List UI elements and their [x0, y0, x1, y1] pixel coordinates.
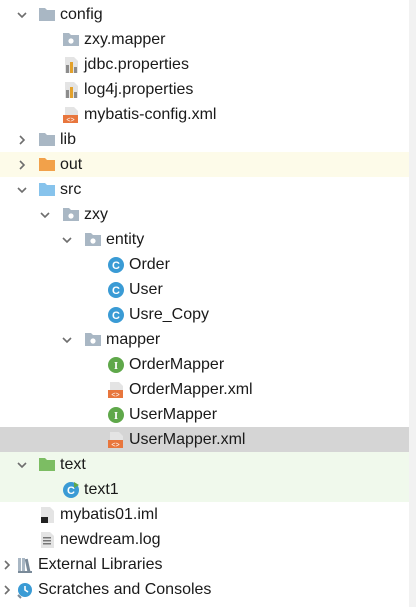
- chevron-down-icon[interactable]: [15, 452, 29, 477]
- tree-item-mapper[interactable]: mapper: [0, 327, 409, 352]
- folder-gray-icon: [38, 2, 56, 27]
- tree-item-src[interactable]: src: [0, 177, 409, 202]
- log-file-icon: [38, 527, 56, 552]
- tree-item-label: User: [129, 281, 163, 298]
- svg-text:<>: <>: [111, 392, 119, 399]
- tree-item-zxy-mapper[interactable]: zxy.mapper: [0, 27, 409, 52]
- package-folder-icon: [62, 202, 80, 227]
- chevron-right-icon[interactable]: [0, 577, 14, 602]
- svg-text:<>: <>: [66, 117, 74, 124]
- tree-item-usre-copy[interactable]: C Usre_Copy: [0, 302, 409, 327]
- svg-text:<>: <>: [111, 442, 119, 449]
- folder-gray-icon: [38, 127, 56, 152]
- interface-icon: I: [107, 402, 125, 427]
- chevron-right-icon[interactable]: [15, 127, 29, 152]
- tree-item-text[interactable]: text: [0, 452, 409, 477]
- svg-text:I: I: [114, 410, 118, 422]
- tree-item-lib[interactable]: lib: [0, 127, 409, 152]
- tree-item-order[interactable]: C Order: [0, 252, 409, 277]
- runnable-class-icon: C: [62, 477, 80, 502]
- project-tree: config zxy.mapper jdbc.properties log4j.pro…: [0, 0, 416, 607]
- tree-item-config[interactable]: config: [0, 2, 409, 27]
- tree-item-label: Usre_Copy: [129, 306, 210, 323]
- iml-file-icon: [38, 502, 56, 527]
- tree-item-label: jdbc.properties: [84, 56, 189, 73]
- tree-item-label: text1: [84, 481, 119, 498]
- tree-item-label: OrderMapper.xml: [129, 381, 253, 398]
- tree-item-user[interactable]: C User: [0, 277, 409, 302]
- tree-item-newdream-log[interactable]: newdream.log: [0, 527, 409, 552]
- tree-item-label: mybatis-config.xml: [84, 106, 217, 123]
- libraries-icon: [16, 552, 34, 577]
- tree-item-label: newdream.log: [60, 531, 161, 548]
- class-icon: C: [107, 252, 125, 277]
- tree-item-label: log4j.properties: [84, 81, 194, 98]
- scratches-icon: [16, 577, 36, 602]
- tree-item-ordermapper-xml[interactable]: <> OrderMapper.xml: [0, 377, 409, 402]
- tree-item-usermapper[interactable]: I UserMapper: [0, 402, 409, 427]
- folder-orange-icon: [38, 152, 56, 177]
- chevron-down-icon[interactable]: [60, 227, 74, 252]
- folder-green-icon: [38, 452, 56, 477]
- tree-item-label: lib: [60, 131, 77, 148]
- tree-item-label: src: [60, 181, 82, 198]
- package-folder-icon: [84, 327, 102, 352]
- chevron-right-icon[interactable]: [15, 152, 29, 177]
- class-icon: C: [107, 302, 125, 327]
- tree-item-text1[interactable]: Ctext1: [0, 477, 409, 502]
- tree-item-out[interactable]: out: [0, 152, 409, 177]
- tree-item-label: Scratches and Consoles: [38, 581, 212, 598]
- tree-item-scratches-and-consoles[interactable]: Scratches and Consoles: [0, 577, 409, 602]
- tree-item-label: UserMapper.xml: [129, 431, 246, 448]
- tree-item-external-libraries[interactable]: External Libraries: [0, 552, 409, 577]
- svg-text:I: I: [114, 360, 118, 372]
- tree-item-mybatis-config-xml[interactable]: <> mybatis-config.xml: [0, 102, 409, 127]
- svg-text:C: C: [112, 260, 120, 272]
- chevron-down-icon[interactable]: [38, 202, 52, 227]
- chevron-down-icon[interactable]: [60, 327, 74, 352]
- tree-item-ordermapper[interactable]: I OrderMapper: [0, 352, 409, 377]
- svg-text:C: C: [112, 310, 120, 322]
- tree-item-label: Order: [129, 256, 170, 273]
- tree-item-entity[interactable]: entity: [0, 227, 409, 252]
- tree-item-usermapper-xml[interactable]: <> UserMapper.xml: [0, 427, 409, 452]
- tree-item-label: text: [60, 456, 86, 473]
- svg-text:C: C: [67, 485, 75, 497]
- package-folder-icon: [62, 27, 80, 52]
- interface-icon: I: [107, 352, 125, 377]
- class-icon: C: [107, 277, 125, 302]
- tree-item-label: zxy.mapper: [84, 31, 166, 48]
- xml-file-icon: <>: [62, 102, 80, 127]
- tree-item-label: UserMapper: [129, 406, 218, 423]
- tree-item-label: entity: [106, 231, 145, 248]
- chevron-right-icon[interactable]: [0, 552, 14, 577]
- tree-item-label: External Libraries: [38, 556, 163, 573]
- folder-blue-icon: [38, 177, 56, 202]
- tree-item-label: out: [60, 156, 83, 173]
- xml-file-icon: <>: [107, 377, 125, 402]
- chevron-down-icon[interactable]: [15, 2, 29, 27]
- tree-item-label: OrderMapper: [129, 356, 225, 373]
- svg-text:C: C: [112, 285, 120, 297]
- tree-item-zxy[interactable]: zxy: [0, 202, 409, 227]
- tree-item-label: mybatis01.iml: [60, 506, 158, 523]
- chevron-down-icon[interactable]: [15, 177, 29, 202]
- xml-file-icon: <>: [107, 427, 125, 452]
- package-folder-icon: [84, 227, 102, 252]
- tree-item-label: zxy: [84, 206, 108, 223]
- properties-file-icon: [62, 77, 80, 102]
- tree-item-log4j-properties[interactable]: log4j.properties: [0, 77, 409, 102]
- tree-item-label: config: [60, 6, 103, 23]
- vertical-scrollbar[interactable]: [409, 0, 416, 607]
- tree-item-label: mapper: [106, 331, 161, 348]
- tree-item-jdbc-properties[interactable]: jdbc.properties: [0, 52, 409, 77]
- tree-item-mybatis01-iml[interactable]: mybatis01.iml: [0, 502, 409, 527]
- properties-file-icon: [62, 52, 80, 77]
